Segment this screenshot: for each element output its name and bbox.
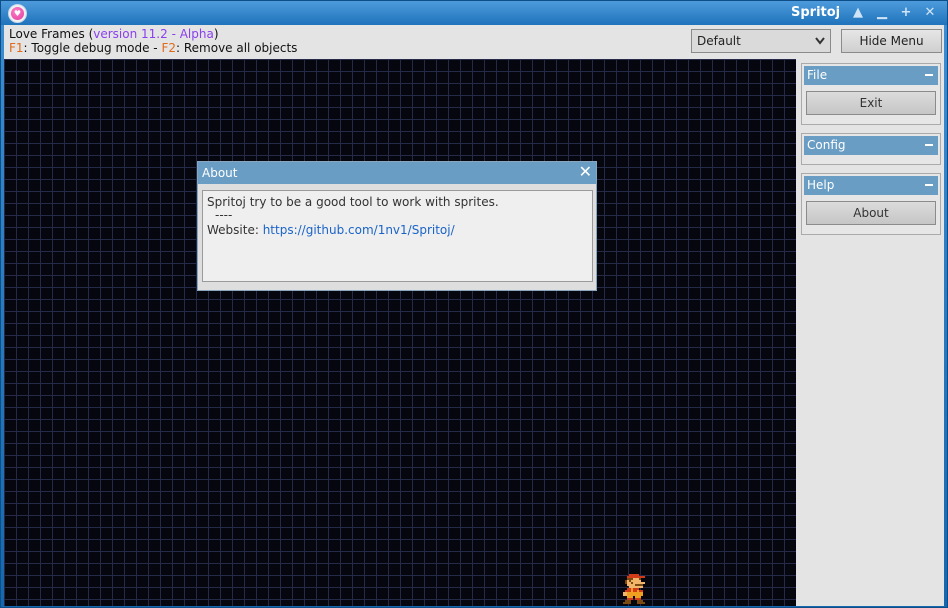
maximize-icon[interactable]: + — [895, 3, 917, 23]
close-window-icon[interactable]: ✕ — [919, 3, 941, 23]
mario-sprite[interactable] — [621, 574, 649, 606]
about-dialog-header[interactable]: About ✕ — [198, 162, 596, 184]
close-icon[interactable]: ✕ — [579, 163, 592, 181]
window-title: Spritoj — [791, 5, 841, 20]
shade-up-icon[interactable]: ▲ — [847, 3, 869, 23]
f1-key: F1 — [9, 41, 24, 55]
client-area: Love Frames (version 11.2 - Alpha) F1: T… — [4, 25, 944, 606]
app-name-end: ) — [213, 27, 219, 41]
theme-dropdown[interactable]: Default — [691, 29, 831, 53]
about-separator: ---- — [215, 208, 233, 222]
about-dialog[interactable]: About ✕ Spritoj try to be a good tool to… — [197, 161, 597, 291]
about-dialog-title: About — [202, 166, 238, 180]
config-panel-title: Config — [807, 138, 846, 152]
collapse-icon[interactable] — [925, 74, 933, 76]
help-panel-header[interactable]: Help — [804, 176, 938, 195]
app-name: Love Frames ( — [9, 27, 94, 41]
file-panel-title: File — [807, 68, 828, 82]
about-website: Website: https://github.com/1nv1/Spritoj… — [207, 223, 588, 238]
config-panel-header[interactable]: Config — [804, 136, 938, 155]
help-panel-title: Help — [807, 178, 835, 192]
love-heart-icon: ♥ — [8, 4, 27, 23]
title-bar[interactable]: ♥ Spritoj ▲ ▁ + ✕ — [1, 1, 947, 25]
version-text: version 11.2 - Alpha — [93, 27, 214, 41]
help-panel: Help About — [801, 173, 941, 235]
top-info-bar: Love Frames (version 11.2 - Alpha) F1: T… — [4, 25, 944, 59]
collapse-icon[interactable] — [925, 184, 933, 186]
theme-selected-value: Default — [697, 34, 741, 48]
f1-description: : Toggle debug mode - — [23, 41, 162, 55]
about-dialog-body: Spritoj try to be a good tool to work wi… — [202, 190, 593, 282]
exit-button[interactable]: Exit — [806, 91, 936, 115]
config-panel: Config — [801, 133, 941, 165]
file-panel-header[interactable]: File — [804, 66, 938, 85]
about-button[interactable]: About — [806, 201, 936, 225]
version-info: Love Frames (version 11.2 - Alpha) — [9, 27, 219, 41]
website-link[interactable]: https://github.com/1nv1/Spritoj/ — [263, 223, 455, 237]
side-menu: File Exit Config Help About — [796, 59, 944, 606]
f2-description: : Remove all objects — [176, 41, 298, 55]
minimize-icon[interactable]: ▁ — [871, 3, 893, 23]
about-description: Spritoj try to be a good tool to work wi… — [207, 195, 499, 209]
hide-menu-button[interactable]: Hide Menu — [841, 29, 942, 53]
hotkey-info: F1: Toggle debug mode - F2: Remove all o… — [9, 41, 297, 55]
file-panel: File Exit — [801, 63, 941, 125]
chevron-down-icon — [814, 30, 826, 59]
app-window: ♥ Spritoj ▲ ▁ + ✕ Love Frames (version 1… — [0, 0, 948, 608]
website-label: Website: — [207, 223, 263, 237]
f2-key: F2 — [161, 41, 176, 55]
collapse-icon[interactable] — [925, 144, 933, 146]
sprite-canvas[interactable]: About ✕ Spritoj try to be a good tool to… — [4, 59, 796, 606]
